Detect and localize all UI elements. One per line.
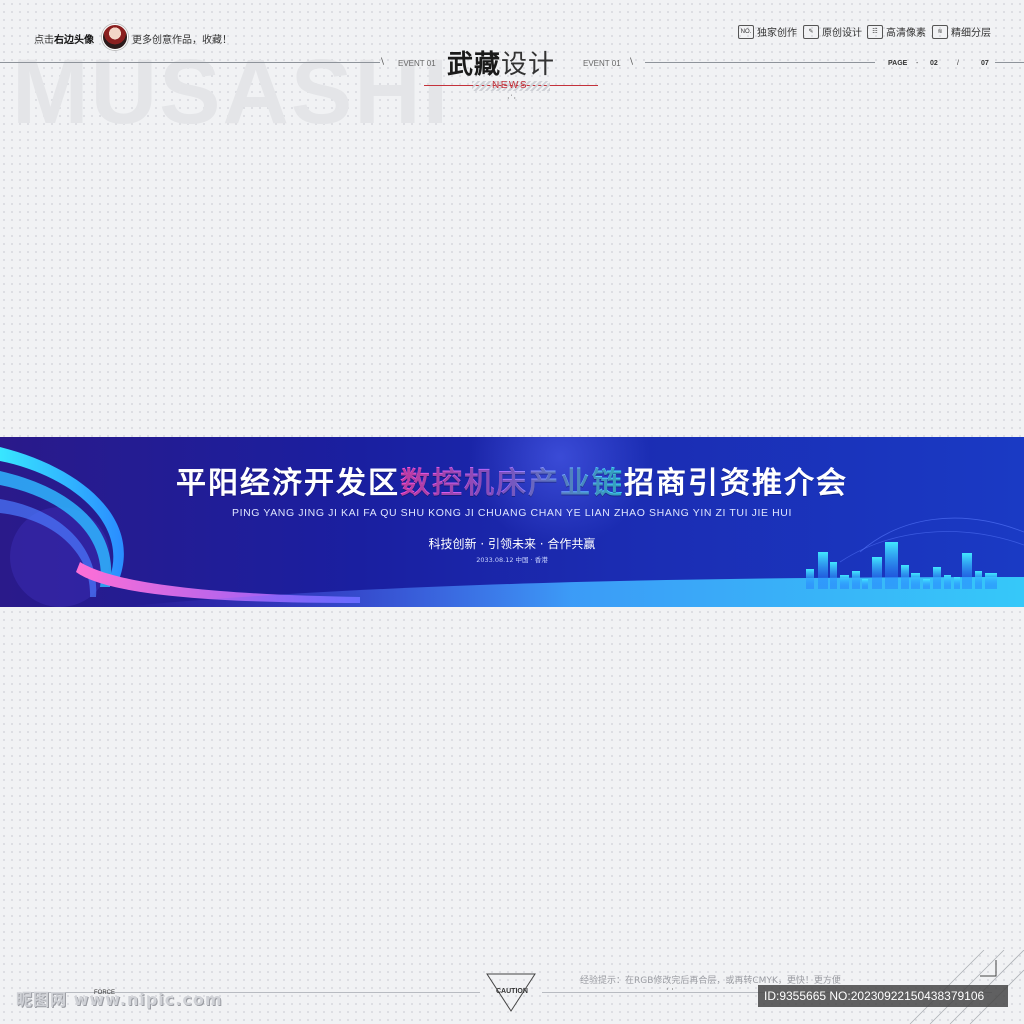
banner-title-part1: 平阳经济开发区	[176, 466, 400, 501]
number-icon: NO.	[738, 24, 754, 39]
banner-pinyin: PING YANG JING JI KAI FA QU SHU KONG JI …	[231, 507, 793, 519]
banner-date-location: 2033.08.12 中国 · 香港	[476, 556, 548, 564]
banner-title-part2: 招商引资推介会	[624, 466, 848, 501]
page-dash: -	[916, 60, 919, 67]
news-dots: ·˙·	[507, 94, 517, 103]
brand-thin: 设计	[501, 50, 556, 80]
badge-original: ✎ 原创设计	[803, 24, 862, 39]
slash-mark-left: \	[381, 57, 385, 67]
page-label: PAGE	[888, 60, 908, 67]
badge-label: 精细分层	[951, 28, 991, 39]
caution-label: CAUTION	[496, 988, 528, 995]
news-label: NEWS	[492, 80, 528, 91]
avatar-prompt: 点击右边头像	[34, 31, 94, 46]
page-rule-end	[995, 62, 1024, 63]
slash-mark-right: \	[630, 57, 634, 67]
page-current: 02	[930, 60, 938, 67]
layers-icon: ≋	[932, 24, 948, 39]
watermark-musashi: MUSASHI	[12, 41, 451, 143]
page-sep: /	[957, 60, 959, 67]
banner-title: 平阳经济开发区数控机床产业链招商引资推介会	[0, 458, 1024, 502]
pencil-icon: ✎	[803, 24, 819, 39]
list-icon: ☷	[867, 24, 883, 39]
prompt-bold: 右边头像	[54, 35, 94, 46]
badge-label: 原创设计	[822, 28, 862, 39]
image-id-bar: ID:9355665 NO:20230922150438379106	[758, 985, 1008, 1007]
brand-title: 武藏设计	[447, 44, 555, 81]
badge-hd: ☷ 高清像素	[867, 24, 926, 39]
page-total: 07	[981, 60, 989, 67]
prompt-prefix: 点击	[34, 35, 54, 46]
banner-slogan: 科技创新 · 引领未来 · 合作共赢	[428, 537, 596, 551]
event-banner: 平阳经济开发区数控机床产业链招商引资推介会 PING YANG JING JI …	[0, 437, 1024, 607]
header-rule-right	[645, 62, 875, 63]
event-label-left: EVENT 01	[398, 59, 436, 68]
footer-dots: · ·	[666, 985, 674, 994]
brand-bold: 武藏	[447, 50, 502, 80]
footer-small-label: FORCE	[94, 990, 115, 996]
header-rule-left	[0, 62, 380, 63]
banner-title-highlight: 数控机床产业链	[400, 466, 624, 501]
badge-label: 高清像素	[886, 28, 926, 39]
prompt-suffix: 更多创意作品，收藏！	[132, 35, 232, 46]
badge-label: 独家创作	[757, 28, 797, 39]
event-label-right: EVENT 01	[583, 59, 621, 68]
avatar[interactable]	[102, 24, 128, 50]
badge-exclusive: NO. 独家创作	[738, 24, 797, 39]
badge-layers: ≋ 精细分层	[932, 24, 991, 39]
site-logo[interactable]: 昵图网 www.nipic.com	[16, 986, 223, 1010]
